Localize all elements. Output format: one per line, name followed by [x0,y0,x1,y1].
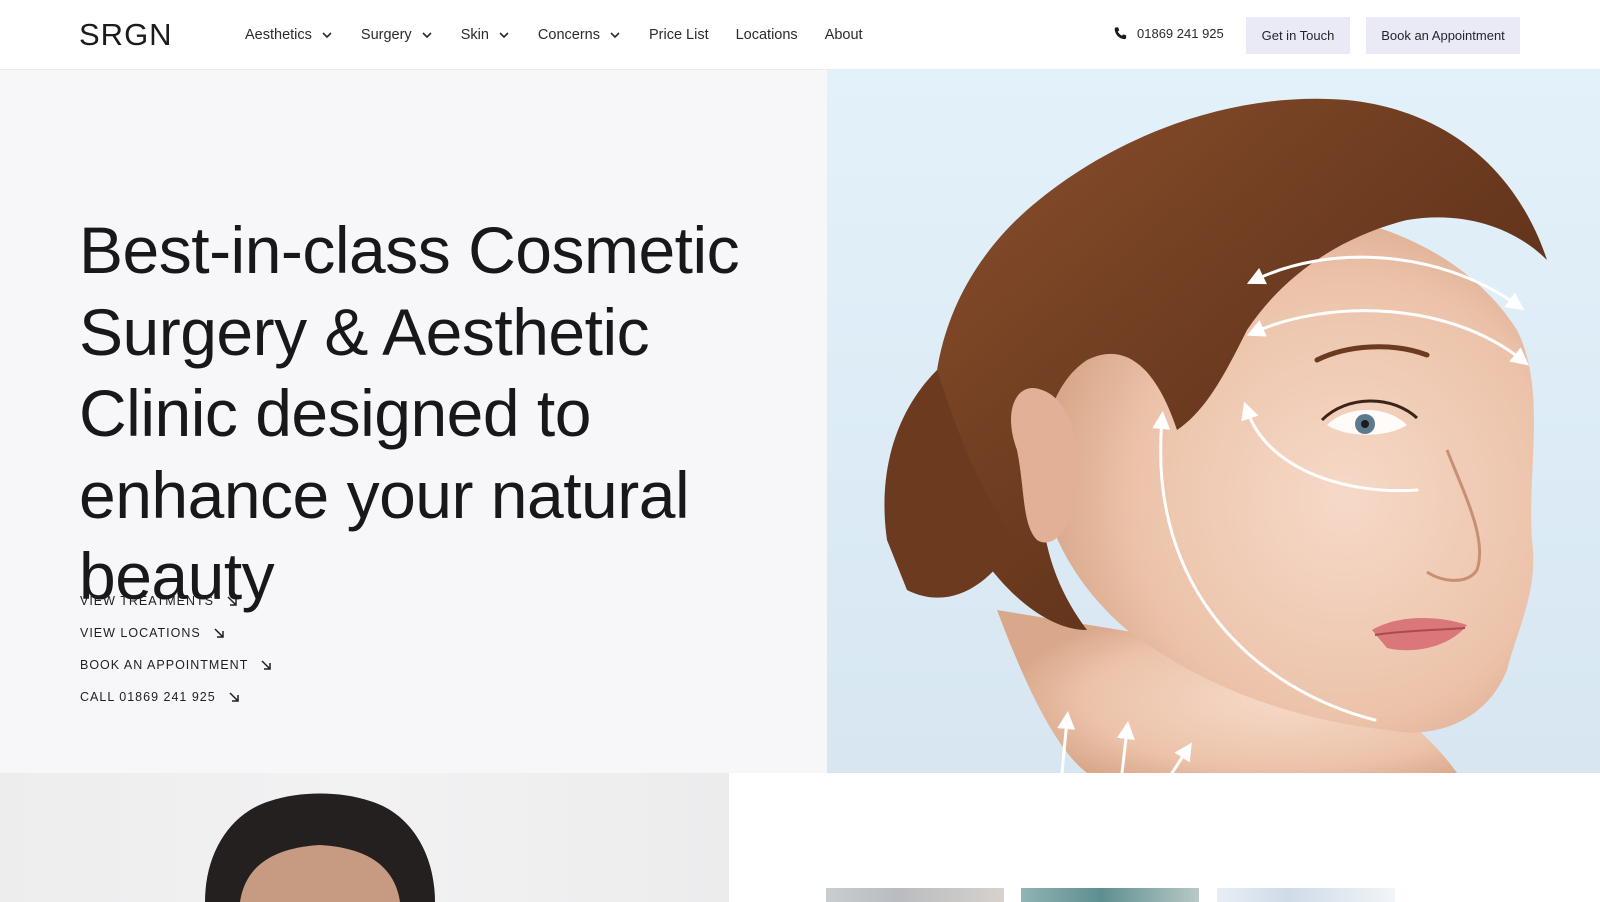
treatment-thumbnail[interactable] [826,888,1004,902]
call-phone-link[interactable]: CALL 01869 241 925 [80,681,272,713]
man-portrait-image [0,773,729,902]
arrow-down-right-icon [229,692,239,702]
cta-label: VIEW TREATMENTS [80,594,214,608]
site-header: SRGN Aesthetics Surgery Skin Concerns Pr… [0,0,1600,70]
hero-cta-list: VIEW TREATMENTS VIEW LOCATIONS BOOK AN A… [80,585,272,713]
view-treatments-link[interactable]: VIEW TREATMENTS [80,585,272,617]
arrow-down-right-icon [214,628,224,638]
nav-item-about[interactable]: About [825,27,863,43]
cta-label: BOOK AN APPOINTMENT [80,658,249,672]
treatment-thumbnail[interactable] [1021,888,1199,902]
chevron-down-icon [499,32,509,39]
header-phone-link[interactable]: 01869 241 925 [1113,26,1224,41]
treatment-thumbnail[interactable] [1217,888,1395,902]
nav-item-concerns[interactable]: Concerns [538,27,622,43]
book-appointment-button[interactable]: Book an Appointment [1366,17,1520,54]
arrow-down-right-icon [227,596,237,606]
nav-item-skin[interactable]: Skin [461,27,511,43]
treatments-section [729,773,1600,902]
nav-item-label: About [824,27,863,43]
nav-item-label: Locations [735,27,798,43]
phone-number: 01869 241 925 [1137,26,1224,41]
nav-item-price-list[interactable]: Price List [649,27,709,43]
book-appointment-link[interactable]: BOOK AN APPOINTMENT [80,649,272,681]
cta-label: VIEW LOCATIONS [80,626,201,640]
nav-item-aesthetics[interactable]: Aesthetics [245,27,334,43]
phone-icon [1114,27,1127,40]
hero-image [827,70,1600,773]
get-in-touch-button[interactable]: Get in Touch [1246,17,1350,54]
arrow-down-right-icon [261,660,272,670]
nav-item-surgery[interactable]: Surgery [361,27,434,43]
nav-item-label: Price List [648,27,709,43]
nav-item-label: Surgery [360,27,412,43]
chevron-down-icon [422,32,432,39]
chevron-down-icon [610,32,620,39]
nav-item-label: Aesthetics [245,27,312,43]
nav-item-locations[interactable]: Locations [736,27,798,43]
chevron-down-icon [322,32,332,39]
woman-face-illustration [884,98,1547,773]
nav-item-label: Skin [460,27,489,43]
main-nav: Aesthetics Surgery Skin Concerns Price L… [245,0,890,70]
hero-title: Best-in-class Cosmetic Surgery & Aesthet… [79,213,740,613]
cta-label: CALL 01869 241 925 [80,690,216,704]
view-locations-link[interactable]: VIEW LOCATIONS [80,617,272,649]
nav-item-label: Concerns [537,27,600,43]
man-portrait-illustration [205,793,435,902]
logo[interactable]: SRGN [79,17,173,53]
